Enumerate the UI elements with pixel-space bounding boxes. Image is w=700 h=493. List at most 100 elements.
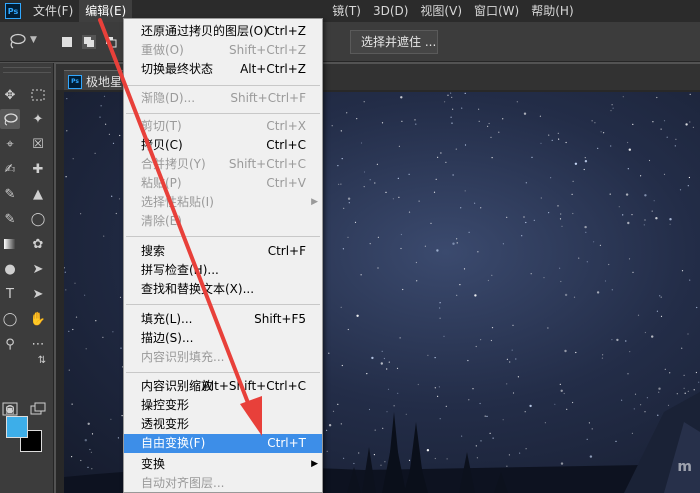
submenu-arrow-icon: ▶ (311, 459, 318, 469)
menu-separator (126, 372, 320, 373)
select-and-mask-button[interactable]: 选择并遮住 ... (350, 30, 438, 54)
eyedropper-icon[interactable]: ✍ (0, 159, 20, 179)
menu-separator (126, 304, 320, 305)
menu-item-label: 清除(E) (141, 214, 182, 228)
menu-item-paste-special[interactable]: 选择性粘贴(I) ▶ (124, 193, 322, 212)
history-brush-icon[interactable]: ✎ (0, 209, 20, 229)
menu-item-content-aware-scale[interactable]: 内容识别缩放 Alt+Shift+Ctrl+C (124, 377, 322, 396)
menu-view[interactable]: 视图(V) (414, 0, 468, 22)
menu-item-transform[interactable]: 变换 ▶ (124, 455, 322, 474)
hand-tool-icon[interactable]: ✋ (28, 309, 48, 329)
menu-item-toggle-last-state[interactable]: 切换最终状态 Alt+Ctrl+Z (124, 60, 322, 79)
menu-item-label: 拼写检查(H)... (141, 263, 219, 277)
menu-item-content-aware-fill[interactable]: 内容识别填充... (124, 348, 322, 367)
frame-tool-icon[interactable]: ☒ (28, 134, 48, 154)
menu-item-label: 拷贝(C) (141, 138, 183, 152)
menu-window[interactable]: 窗口(W) (468, 0, 525, 22)
menu-item-perspective-warp[interactable]: 透视变形 (124, 415, 322, 434)
blur-tool-icon[interactable]: ✿ (28, 234, 48, 254)
menu-item-fade[interactable]: 渐隐(D)... Shift+Ctrl+F (124, 89, 322, 108)
menu-item-find-replace[interactable]: 查找和替换文本(X)... (124, 280, 322, 299)
menu-item-label: 自动对齐图层... (141, 476, 225, 490)
panel-grip[interactable] (3, 67, 51, 73)
edit-menu-dropdown: 还原通过拷贝的图层(O) Ctrl+Z 重做(O) Shift+Ctrl+Z 切换最… (123, 18, 323, 493)
menu-item-label: 内容识别填充... (141, 350, 225, 364)
menu-item-shortcut: Ctrl+T (267, 436, 306, 450)
type-tool-icon[interactable]: T (0, 284, 20, 304)
options-bar: ▼ 选择并遮住 ... (0, 22, 700, 62)
menu-separator (126, 85, 320, 86)
menu-filter[interactable]: 镜(T) (326, 0, 367, 22)
menu-item-shortcut: Shift+Ctrl+Z (229, 43, 306, 57)
marquee-tool-icon[interactable] (28, 85, 48, 105)
chevron-down-icon[interactable]: ▼ (30, 35, 37, 45)
crop-tool-icon[interactable]: ⌖ (0, 134, 20, 154)
menu-item-label: 合并拷贝(Y) (141, 157, 206, 171)
menu-item-puppet-warp[interactable]: 操控变形 (124, 396, 322, 415)
menu-item-auto-align-layers[interactable]: 自动对齐图层... (124, 474, 322, 493)
dodge-tool-icon[interactable]: ● (0, 259, 20, 279)
menu-bar: Ps 文件(F) 编辑(E) 镜(T) 3D(D) 视图(V) 窗口(W) 帮助… (0, 0, 700, 22)
menu-item-paste[interactable]: 粘贴(P) Ctrl+V (124, 174, 322, 193)
menu-item-redo[interactable]: 重做(O) Shift+Ctrl+Z (124, 41, 322, 60)
screen-mode-icon[interactable] (28, 399, 48, 419)
lasso-tool-icon[interactable] (8, 33, 26, 49)
menu-item-label: 描边(S)... (141, 331, 194, 345)
menu-item-fill[interactable]: 填充(L)... Shift+F5 (124, 310, 322, 329)
menu-item-label: 搜索 (141, 244, 166, 258)
menu-item-label: 透视变形 (141, 417, 190, 431)
menu-item-label: 重做(O) (141, 43, 184, 57)
menu-item-label: 还原通过拷贝的图层(O) (141, 24, 268, 38)
magic-wand-icon[interactable]: ✦ (28, 109, 48, 129)
menu-item-clear[interactable]: 清除(E) (124, 212, 322, 231)
menu-item-spell-check[interactable]: 拼写检查(H)... (124, 261, 322, 280)
menu-item-shortcut: Alt+Shift+Ctrl+C (202, 379, 306, 393)
menu-help[interactable]: 帮助(H) (525, 0, 579, 22)
menu-item-free-transform[interactable]: 自由变换(F) Ctrl+T (124, 434, 322, 453)
clone-stamp-icon[interactable]: ▲ (28, 184, 48, 204)
menu-file[interactable]: 文件(F) (27, 0, 79, 22)
menu-item-shortcut: Ctrl+V (266, 176, 306, 190)
path-selection-icon[interactable]: ➤ (28, 284, 48, 304)
photoshop-logo-icon: Ps (5, 3, 21, 19)
healing-brush-icon[interactable]: ✚ (28, 159, 48, 179)
lasso-tool-icon[interactable] (0, 109, 20, 129)
menu-item-label: 选择性粘贴(I) (141, 195, 214, 209)
menu-item-label: 自由变换(F) (141, 436, 206, 450)
menu-item-shortcut: Shift+Ctrl+F (230, 91, 306, 105)
subtract-from-selection-icon[interactable] (104, 35, 118, 49)
menu-separator (126, 113, 320, 114)
menu-separator (126, 236, 320, 237)
menu-item-label: 渐隐(D)... (141, 91, 196, 105)
menu-item-label: 操控变形 (141, 398, 190, 412)
swap-colors-icon[interactable]: ⇅ (32, 350, 52, 370)
watermark-text: m (677, 459, 692, 475)
submenu-arrow-icon: ▶ (311, 197, 318, 207)
menu-item-copy[interactable]: 拷贝(C) Ctrl+C (124, 136, 322, 155)
menu-3d[interactable]: 3D(D) (367, 0, 414, 22)
ellipse-tool-icon[interactable]: ◯ (0, 309, 20, 329)
menu-item-search[interactable]: 搜索 Ctrl+F (124, 242, 322, 261)
new-selection-icon[interactable] (60, 35, 74, 49)
menu-item-label: 填充(L)... (141, 312, 193, 326)
menu-item-copy-merged[interactable]: 合并拷贝(Y) Shift+Ctrl+C (124, 155, 322, 174)
pen-tool-icon[interactable]: ➤ (28, 259, 48, 279)
brush-tool-icon[interactable]: ✎ (0, 184, 20, 204)
menu-item-shortcut: Ctrl+Z (266, 24, 306, 38)
gradient-tool-icon[interactable] (0, 234, 20, 254)
menu-item-shortcut: Ctrl+C (266, 138, 306, 152)
move-tool-icon[interactable]: ✥ (0, 85, 20, 105)
menu-item-label: 查找和替换文本(X)... (141, 282, 255, 296)
menu-item-shortcut: Ctrl+X (266, 119, 306, 133)
zoom-tool-icon[interactable]: ⚲ (0, 334, 20, 354)
menu-item-label: 剪切(T) (141, 119, 182, 133)
menu-item-cut[interactable]: 剪切(T) Ctrl+X (124, 117, 322, 136)
menu-item-stroke[interactable]: 描边(S)... (124, 329, 322, 348)
menu-item-shortcut: Alt+Ctrl+Z (240, 62, 306, 76)
menu-item-undo[interactable]: 还原通过拷贝的图层(O) Ctrl+Z (124, 22, 322, 41)
menu-item-label: 粘贴(P) (141, 176, 182, 190)
menu-item-label: 切换最终状态 (141, 62, 214, 76)
add-to-selection-icon[interactable] (82, 35, 96, 49)
foreground-color-swatch[interactable] (6, 416, 28, 438)
eraser-icon[interactable]: ◯ (28, 209, 48, 229)
